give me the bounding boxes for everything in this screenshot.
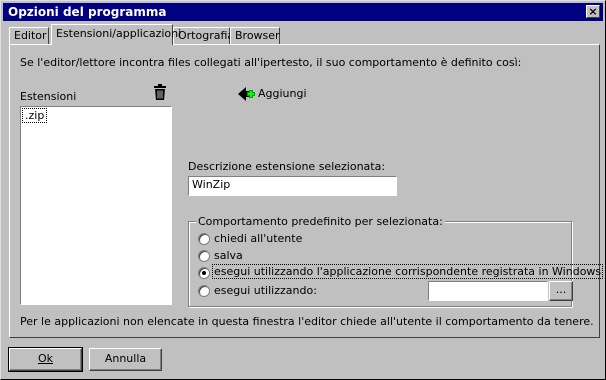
description-label: Descrizione estensione selezionata: <box>188 160 386 173</box>
add-label: Aggiungi <box>258 87 307 100</box>
list-item[interactable]: .zip <box>21 108 48 123</box>
tab-estensioni-label: Estensioni/applicazioni <box>56 27 182 40</box>
ok-label: Ok <box>37 352 54 365</box>
behavior-legend: Comportamento predefinito per selezionat… <box>196 215 445 228</box>
extensions-list[interactable]: .zip <box>20 106 172 305</box>
description-value: WinZip <box>192 178 231 191</box>
footer-note: Per le applicazioni non elencate in ques… <box>20 315 594 328</box>
tab-browser[interactable]: Browser <box>230 27 280 44</box>
ok-button[interactable]: Ok <box>8 347 83 372</box>
window-title: Opzioni del programma <box>8 5 167 19</box>
add-arrow-icon <box>238 86 256 105</box>
radio-chiedi[interactable] <box>198 233 210 245</box>
close-icon: × <box>588 5 598 18</box>
radio-esegui-windows[interactable] <box>198 267 210 279</box>
trash-icon[interactable] <box>153 84 167 100</box>
tab-panel: Se l'editor/lettore incontra files colle… <box>9 44 604 338</box>
cancel-button[interactable]: Annulla <box>89 348 162 371</box>
description-input[interactable]: WinZip <box>188 176 397 196</box>
tab-estensioni-applicazioni[interactable]: Estensioni/applicazioni <box>51 24 181 45</box>
tab-editor[interactable]: Editor <box>9 27 49 44</box>
tab-ortografia-label: Ortografia <box>178 29 235 42</box>
title-bar[interactable]: Opzioni del programma × <box>3 3 603 21</box>
radio-salva[interactable] <box>198 250 210 262</box>
radio-esegui-utilizzando[interactable] <box>198 285 210 297</box>
radio-esegui-utilizzando-label[interactable]: esegui utilizzando: <box>214 284 317 297</box>
tab-browser-label: Browser <box>235 29 280 42</box>
browse-label: ... <box>555 283 567 296</box>
app-path-input[interactable] <box>428 281 548 301</box>
cancel-label: Annulla <box>104 352 147 365</box>
extensions-label: Estensioni <box>20 90 77 103</box>
browse-button[interactable]: ... <box>549 281 573 301</box>
radio-esegui-windows-label[interactable]: esegui utilizzando l'applicazione corris… <box>211 264 604 279</box>
intro-text: Se l'editor/lettore incontra files colle… <box>20 56 522 69</box>
close-button[interactable]: × <box>586 5 600 18</box>
tab-ortografia[interactable]: Ortografia <box>173 27 234 44</box>
radio-salva-label[interactable]: salva <box>214 249 243 262</box>
options-dialog: Opzioni del programma × Editor Estension… <box>0 0 606 380</box>
tab-editor-label: Editor <box>14 29 47 42</box>
radio-chiedi-label[interactable]: chiedi all'utente <box>214 232 302 245</box>
